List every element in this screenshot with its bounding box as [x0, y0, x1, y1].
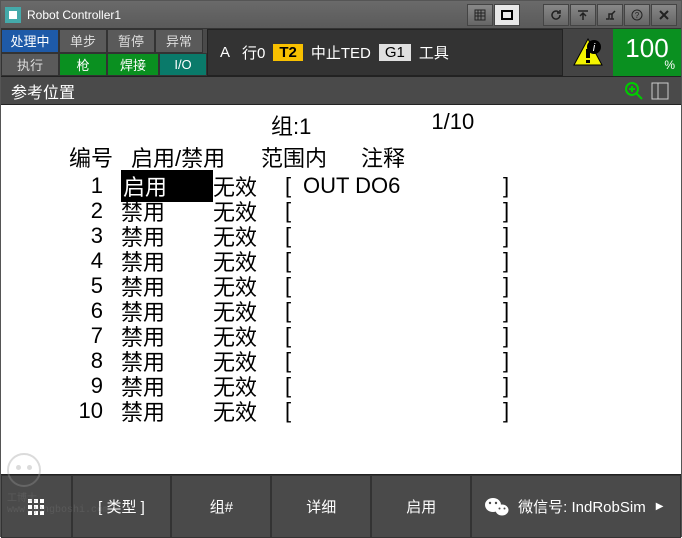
zoom-in-icon[interactable]: [623, 80, 645, 102]
bracket-open: [: [285, 398, 303, 424]
app-icon: [5, 7, 21, 23]
table-row[interactable]: 9禁用无效[]: [11, 373, 671, 398]
titlebar-refresh-button[interactable]: [543, 4, 569, 26]
bracket-open: [: [285, 223, 303, 249]
row-number: 10: [11, 398, 121, 424]
table-row[interactable]: 3禁用无效[]: [11, 223, 671, 248]
bracket-close: ]: [503, 298, 509, 324]
status-g1: G1: [379, 44, 411, 61]
status-step: 单步: [59, 29, 107, 53]
chevron-right-icon: ▶: [656, 501, 664, 512]
bracket-close: ]: [503, 398, 509, 424]
footer-type-button[interactable]: [ 类型 ]: [72, 475, 172, 538]
col-note: 注释: [361, 141, 405, 173]
bracket-open: [: [285, 373, 303, 399]
footer-menu-button[interactable]: [1, 475, 72, 538]
titlebar-up-button[interactable]: [570, 4, 596, 26]
window-title: Robot Controller1: [27, 8, 466, 22]
status-stop: 中止TED: [311, 42, 371, 63]
footer-group-button[interactable]: 组#: [171, 475, 271, 538]
titlebar-close-button[interactable]: [651, 4, 677, 26]
layout-icon[interactable]: [649, 80, 671, 102]
bracket-open: [: [285, 198, 303, 224]
status-percent: 100%: [613, 29, 681, 76]
table-row[interactable]: 7禁用无效[]: [11, 323, 671, 348]
footer-detail-button[interactable]: 详细: [271, 475, 371, 538]
row-number: 7: [11, 323, 121, 349]
table-row[interactable]: 1启用无效[OUT DO6]: [11, 173, 671, 198]
titlebar-grid-button[interactable]: [467, 4, 493, 26]
row-number: 5: [11, 273, 121, 299]
status-execute[interactable]: 执行: [1, 53, 59, 77]
status-processing: 处理中: [1, 29, 59, 53]
bracket-open: [: [285, 298, 303, 324]
bracket-open: [: [285, 348, 303, 374]
col-number: 编号: [69, 141, 131, 173]
row-number: 3: [11, 223, 121, 249]
page-indicator: 1/10: [431, 109, 474, 141]
table-row[interactable]: 2禁用无效[]: [11, 198, 671, 223]
status-tool: 工具: [419, 42, 449, 63]
bracket-open: [: [285, 323, 303, 349]
group-label: 组:1: [271, 109, 311, 141]
titlebar-help-button[interactable]: ?: [624, 4, 650, 26]
bracket-close: ]: [503, 223, 509, 249]
status-a: A: [216, 44, 234, 61]
bracket-open: [: [285, 173, 303, 199]
row-number: 2: [11, 198, 121, 224]
status-pause: 暂停: [107, 29, 155, 53]
status-weld[interactable]: 焊接: [107, 53, 159, 77]
bracket-close: ]: [503, 373, 509, 399]
col-scope: 范围内: [261, 141, 361, 173]
status-abnormal: 异常: [155, 29, 203, 53]
row-number: 9: [11, 373, 121, 399]
titlebar-window-button[interactable]: [494, 4, 520, 26]
bracket-open: [: [285, 273, 303, 299]
status-t2: T2: [273, 44, 303, 61]
table-row[interactable]: 10禁用无效[]: [11, 398, 671, 423]
bracket-close: ]: [503, 273, 509, 299]
row-number: 4: [11, 248, 121, 274]
table-row[interactable]: 6禁用无效[]: [11, 298, 671, 323]
bracket-close: ]: [503, 348, 509, 374]
bracket-close: ]: [503, 248, 509, 274]
warning-icon: i: [563, 29, 613, 76]
footer-wechat: 微信号: IndRobSim ▶: [471, 475, 681, 538]
row-note: OUT DO6: [303, 173, 503, 199]
page-title: 参考位置: [11, 79, 623, 103]
svg-text:?: ?: [635, 11, 640, 20]
status-info: A 行0 T2 中止TED G1 工具: [207, 29, 563, 76]
footer-enable-button[interactable]: 启用: [371, 475, 471, 538]
table-row[interactable]: 8禁用无效[]: [11, 348, 671, 373]
row-number: 8: [11, 348, 121, 374]
bracket-close: ]: [503, 323, 509, 349]
main-content: 组:1 1/10 编号 启用/禁用 范围内 注释 1启用无效[OUT DO6]2…: [1, 105, 681, 474]
status-run: 行0: [242, 42, 265, 63]
table-row[interactable]: 4禁用无效[]: [11, 248, 671, 273]
col-enable: 启用/禁用: [131, 141, 261, 173]
row-enable[interactable]: 禁用: [121, 395, 213, 427]
row-number: 1: [11, 173, 121, 199]
bracket-close: ]: [503, 198, 509, 224]
table-row[interactable]: 5禁用无效[]: [11, 273, 671, 298]
wechat-icon: [484, 496, 510, 518]
status-gun[interactable]: 枪: [59, 53, 107, 77]
status-io[interactable]: I/O: [159, 53, 207, 77]
row-number: 6: [11, 298, 121, 324]
bracket-close: ]: [503, 173, 509, 199]
row-scope: 无效: [213, 395, 285, 427]
titlebar-step-button[interactable]: [597, 4, 623, 26]
bracket-open: [: [285, 248, 303, 274]
